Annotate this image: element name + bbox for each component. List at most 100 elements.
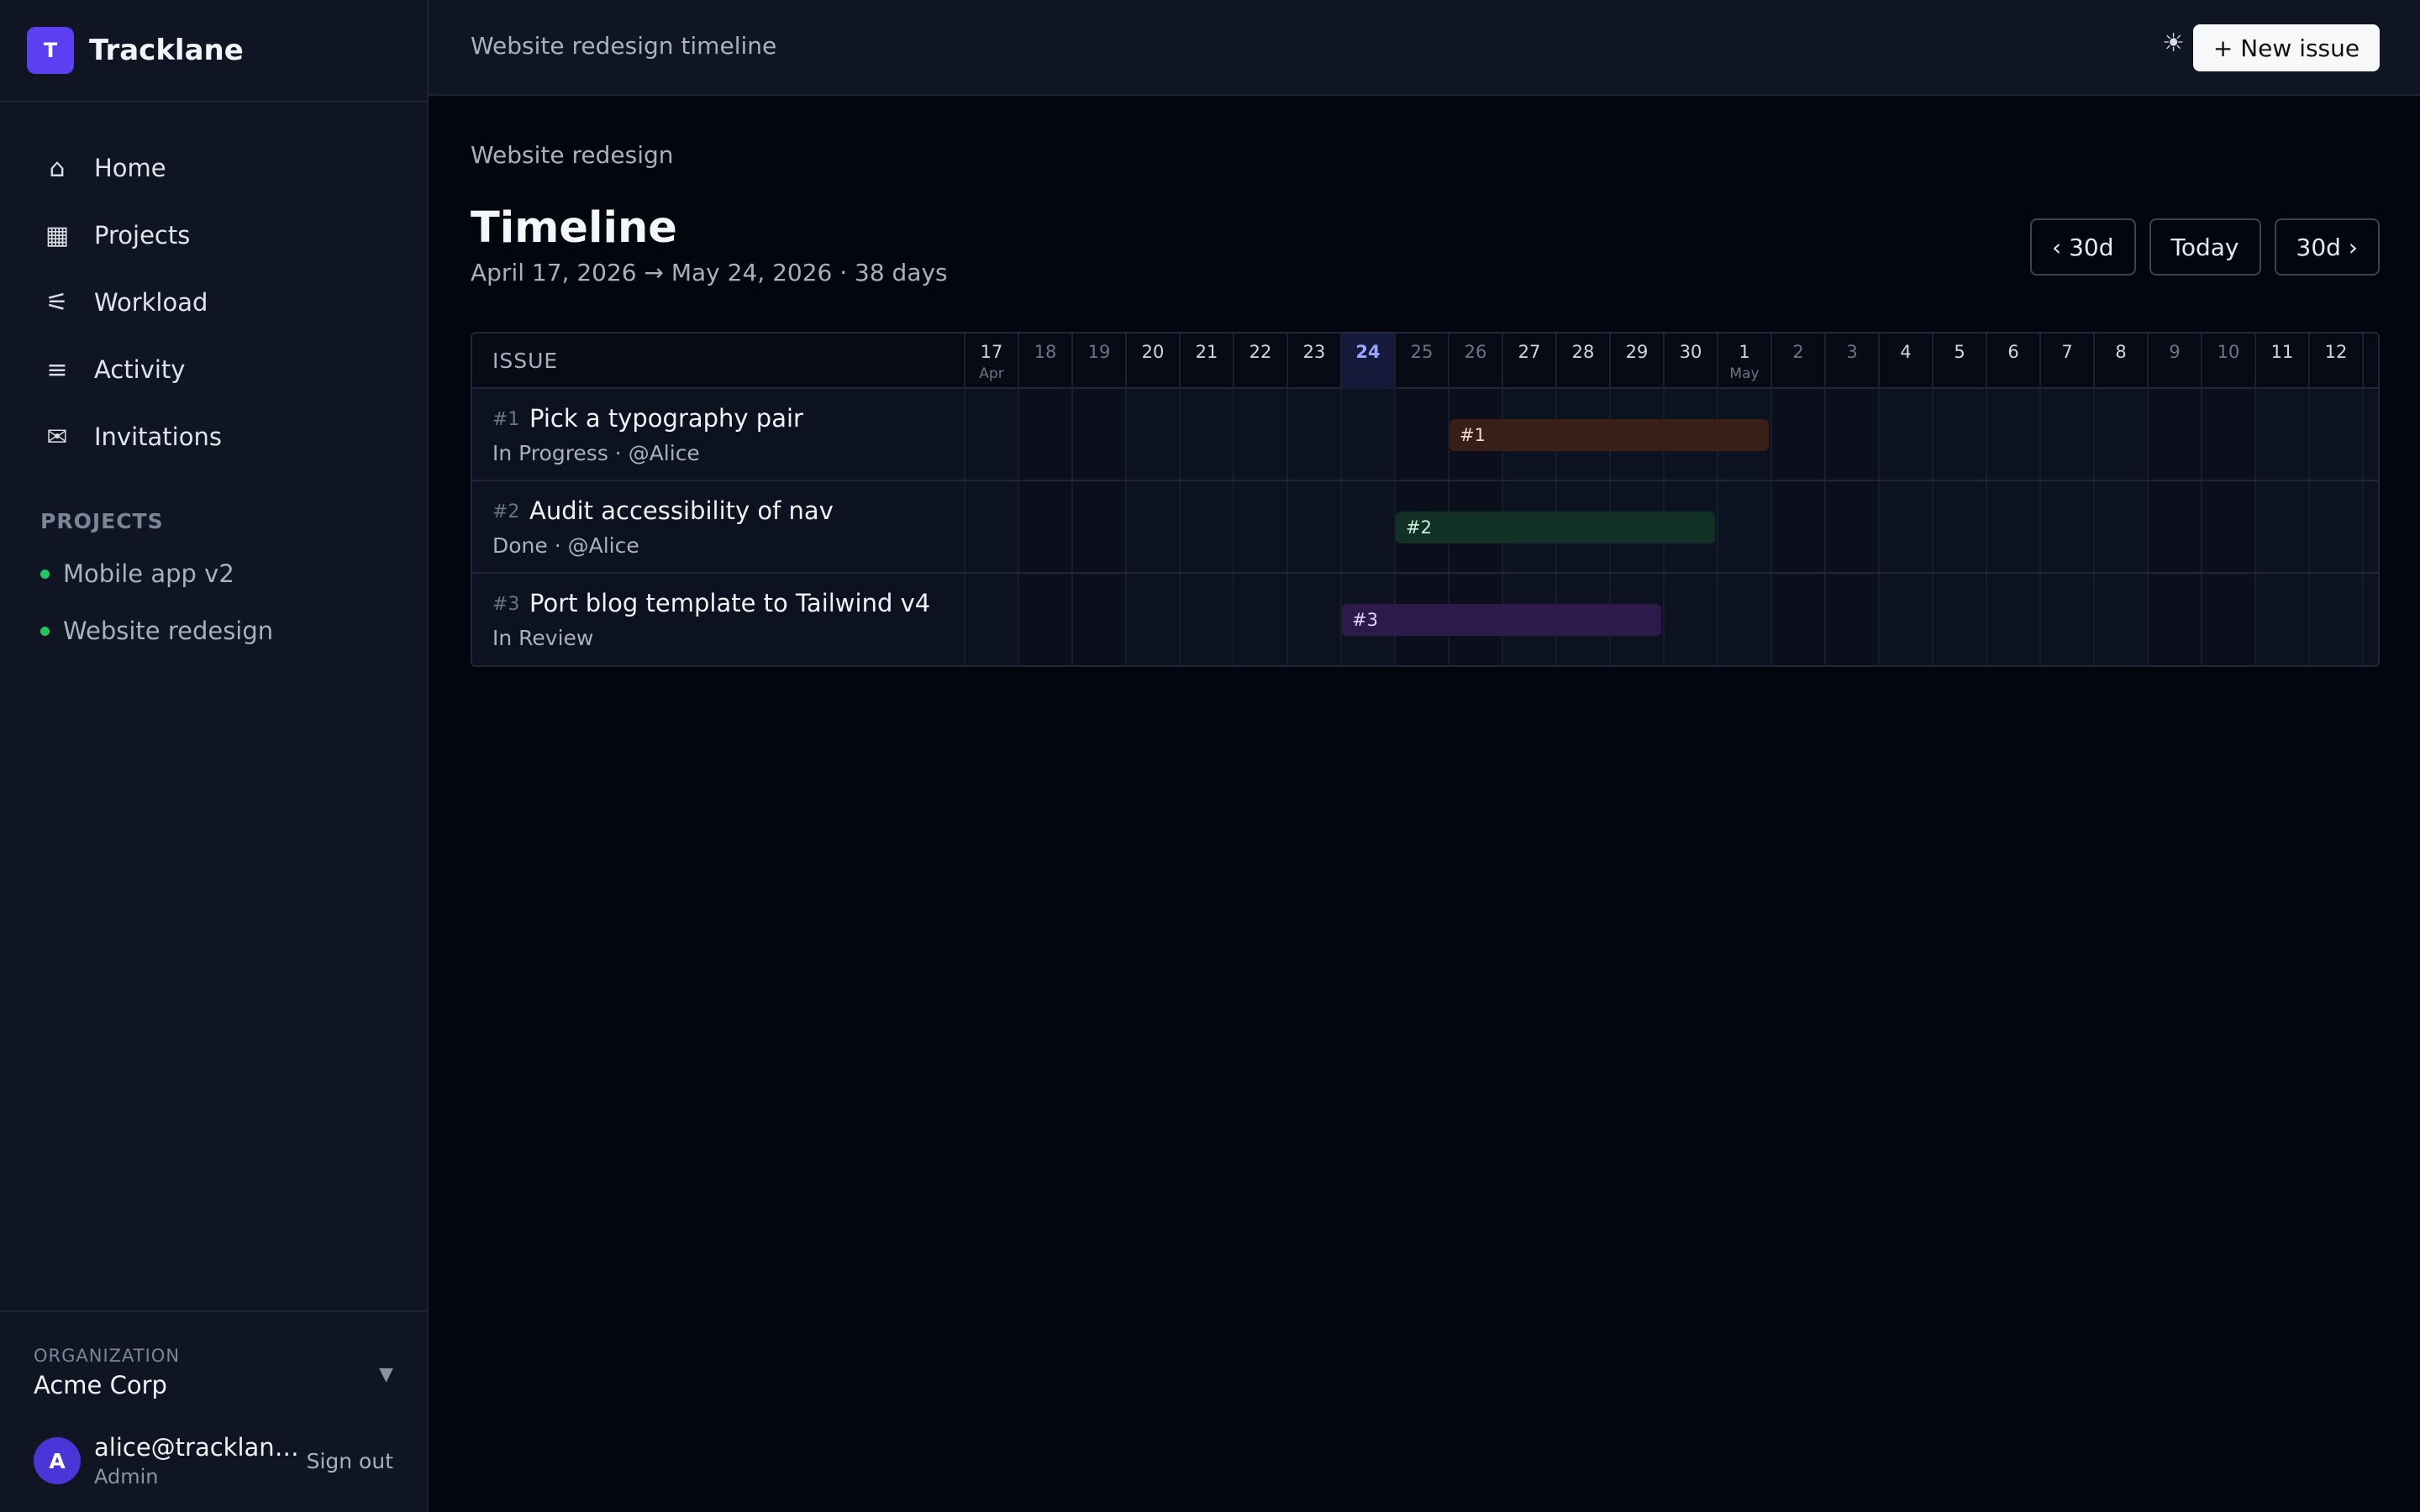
- issue-bar[interactable]: #1: [1449, 419, 1769, 451]
- nav-item-home[interactable]: ⌂ Home: [0, 134, 427, 202]
- day-header: 18: [1018, 333, 1071, 389]
- brand[interactable]: T Tracklane: [0, 0, 427, 102]
- day-number: 19: [1087, 342, 1111, 362]
- range-controls: ‹ 30d Today 30d ›: [2030, 218, 2380, 276]
- issue-row[interactable]: #2 Audit accessibility of nav Done · @Alic…: [472, 481, 2378, 574]
- day-header: 25: [1394, 333, 1448, 389]
- brand-logo: T: [27, 27, 74, 74]
- day-number: 5: [1954, 342, 1965, 362]
- day-number: 28: [1571, 342, 1595, 362]
- sidebar: T Tracklane ⌂ Home ▦ Projects ⚟ Workload…: [0, 0, 429, 1512]
- day-number: 26: [1464, 342, 1487, 362]
- avatar[interactable]: A: [34, 1437, 81, 1484]
- day-header-today: 24: [1340, 333, 1394, 389]
- day-number: 12: [2324, 342, 2348, 362]
- projects-section-title: PROJECTS: [40, 509, 164, 533]
- day-number: 18: [1034, 342, 1057, 362]
- breadcrumb[interactable]: Website redesign: [471, 141, 674, 169]
- day-header: 2: [1770, 333, 1824, 389]
- day-number: 20: [1141, 342, 1165, 362]
- day-header: 28: [1555, 333, 1609, 389]
- day-header: 6: [1986, 333, 2039, 389]
- user-role: Admin: [94, 1465, 159, 1488]
- issue-row[interactable]: #1 Pick a typography pair In Progress · @A…: [472, 389, 2378, 481]
- activity-icon: ≡: [46, 354, 68, 385]
- day-number: 11: [2270, 342, 2294, 362]
- issue-title: Pick a typography pair: [529, 404, 803, 433]
- day-header: 9: [2147, 333, 2201, 389]
- day-header: 7: [2039, 333, 2093, 389]
- organization-switcher[interactable]: ORGANIZATION Acme Corp: [34, 1346, 180, 1399]
- day-number: 10: [2217, 342, 2240, 362]
- topbar: Website redesign timeline ☀ + New issue: [429, 0, 2420, 96]
- day-header: 22: [1233, 333, 1286, 389]
- day-header: 4: [1878, 333, 1932, 389]
- day-number: 7: [2061, 342, 2073, 362]
- new-issue-button[interactable]: + New issue: [2193, 24, 2380, 71]
- nav-label: Projects: [94, 221, 191, 249]
- issue-meta: In Progress · @Alice: [492, 441, 700, 465]
- day-header: 29: [1609, 333, 1663, 389]
- day-number: 24: [1355, 342, 1381, 362]
- brand-name: Tracklane: [89, 34, 244, 67]
- day-number: 29: [1625, 342, 1649, 362]
- issue-bar[interactable]: #3: [1342, 604, 1661, 636]
- project-status-dot: [40, 569, 50, 579]
- day-header: 11: [2254, 333, 2308, 389]
- month-label: Apr: [979, 365, 1004, 382]
- day-header: 23: [1286, 333, 1340, 389]
- day-header: 26: [1448, 333, 1502, 389]
- day-number: 2: [1792, 342, 1804, 362]
- main-nav: ⌂ Home ▦ Projects ⚟ Workload ≡ Activity …: [0, 102, 427, 470]
- day-number: 17: [980, 342, 1003, 362]
- main-content: Website redesign Timeline April 17, 2026…: [429, 96, 2420, 1512]
- day-number: 27: [1518, 342, 1541, 362]
- issue-column-header: ISSUE: [492, 349, 559, 373]
- day-number: 4: [1900, 342, 1912, 362]
- sun-icon[interactable]: ☀: [2162, 29, 2185, 58]
- day-header: 27: [1502, 333, 1555, 389]
- nav-item-activity[interactable]: ≡ Activity: [0, 336, 427, 403]
- issue-bar[interactable]: #2: [1396, 512, 1715, 543]
- day-header: 19: [1071, 333, 1125, 389]
- day-number: 25: [1410, 342, 1434, 362]
- user-email: alice@tracklane.dev: [94, 1433, 304, 1462]
- previous-30-days-button[interactable]: ‹ 30d: [2030, 218, 2136, 276]
- day-number: 23: [1302, 342, 1326, 362]
- sidebar-footer: ORGANIZATION Acme Corp ▼ A alice@trackla…: [0, 1310, 427, 1512]
- day-number: 3: [1846, 342, 1858, 362]
- day-header: 13: [2362, 333, 2378, 389]
- project-item-website-redesign[interactable]: Website redesign: [0, 602, 427, 659]
- issue-meta: In Review: [492, 626, 594, 650]
- today-button[interactable]: Today: [2149, 218, 2261, 276]
- day-header: 30: [1663, 333, 1717, 389]
- day-header: 21: [1179, 333, 1233, 389]
- day-header: 12: [2308, 333, 2362, 389]
- sign-out-link[interactable]: Sign out: [307, 1449, 393, 1473]
- next-30-days-button[interactable]: 30d ›: [2274, 218, 2380, 276]
- projects-icon: ▦: [45, 220, 70, 250]
- nav-item-projects[interactable]: ▦ Projects: [0, 202, 427, 269]
- nav-label: Invitations: [94, 423, 222, 451]
- project-label: Website redesign: [63, 617, 274, 645]
- nav-item-invitations[interactable]: ✉ Invitations: [0, 403, 427, 470]
- nav-label: Workload: [94, 288, 208, 317]
- day-header: 10: [2201, 333, 2254, 389]
- home-icon: ⌂: [49, 153, 66, 183]
- user-panel: A alice@tracklane.dev Admin Sign out: [34, 1431, 393, 1490]
- timeline-grid: ISSUE 17 Apr 18 19 20 21 22 23 24 25 26 27 28 29 30 1 Ma…: [471, 332, 2380, 667]
- page-title: Timeline: [471, 203, 677, 253]
- nav-item-workload[interactable]: ⚟ Workload: [0, 269, 427, 336]
- chevron-down-icon[interactable]: ▼: [379, 1364, 393, 1385]
- organization-label: ORGANIZATION: [34, 1346, 181, 1366]
- timeline-header: ISSUE 17 Apr 18 19 20 21 22 23 24 25 26 27 28 29 30 1 Ma…: [472, 333, 2378, 389]
- day-number: 30: [1679, 342, 1702, 362]
- project-item-mobile-app[interactable]: Mobile app v2: [0, 545, 427, 602]
- organization-name: Acme Corp: [34, 1371, 167, 1399]
- project-status-dot: [40, 626, 50, 636]
- day-number: 1: [1739, 342, 1750, 362]
- issue-row[interactable]: #3 Port blog template to Tailwind v4 In Re…: [472, 574, 2378, 665]
- issue-number: #1: [492, 409, 520, 430]
- project-label: Mobile app v2: [63, 559, 234, 588]
- month-label: May: [1729, 365, 1760, 382]
